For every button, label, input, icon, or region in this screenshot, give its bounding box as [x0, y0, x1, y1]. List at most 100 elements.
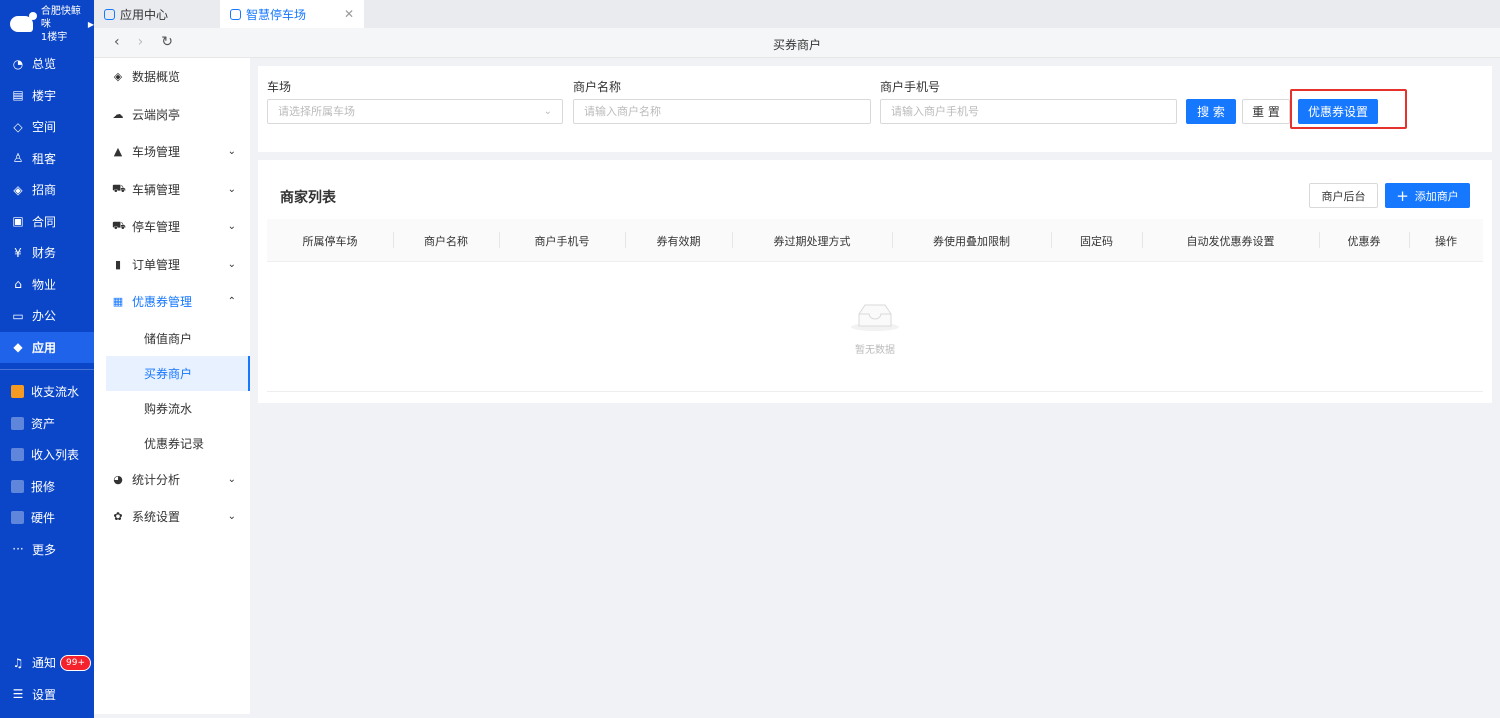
side-item-settings[interactable]: ✿ 系统设置 ⌄	[94, 498, 250, 536]
side-item-statistics[interactable]: ◕ 统计分析 ⌄	[94, 461, 250, 499]
home-icon: ⌂	[14, 277, 22, 292]
rail-item-space[interactable]: ◇ 空间	[0, 111, 94, 143]
merchant-name-input[interactable]: 请输入商户名称	[573, 99, 871, 124]
merchant-phone-input[interactable]: 请输入商户手机号	[880, 99, 1177, 124]
side-item-cloud-booth[interactable]: ☁ 云端岗亭	[94, 96, 250, 134]
col-auto-coupon: 自动发优惠券设置	[1186, 234, 1275, 248]
rail-label: 总览	[32, 57, 57, 72]
rail-app-more[interactable]: ··· 更多	[0, 534, 94, 566]
side-item-vehicle-mgmt[interactable]: ⛟ 车辆管理 ⌄	[94, 171, 250, 209]
close-icon[interactable]: ✕	[344, 7, 354, 21]
side-item-parking-mgmt[interactable]: ⛟ 停车管理 ⌄	[94, 208, 250, 246]
side-label: 买券商户	[144, 366, 193, 381]
rail-label: 办公	[32, 309, 57, 324]
tab-app-center[interactable]: 应用中心	[94, 0, 220, 28]
rail-item-office[interactable]: ▭ 办公	[0, 300, 94, 332]
rail-label: 收支流水	[31, 385, 80, 400]
side-sub-stored-value[interactable]: 储值商户	[94, 321, 250, 356]
tab-label: 应用中心	[120, 7, 169, 22]
col-expiry-handling: 券过期处理方式	[773, 234, 851, 248]
rail-divider	[0, 369, 94, 370]
tag-icon: ◈	[13, 182, 23, 197]
rail-app-cashflow[interactable]: 收支流水	[0, 376, 94, 408]
tab-bar: 应用中心 智慧停车场 ✕	[94, 0, 1500, 28]
side-label: 车场管理	[132, 145, 181, 160]
side-item-lot-mgmt[interactable]: ▲ 车场管理 ⌄	[94, 133, 250, 171]
table-header: 所属停车场 商户名称 商户手机号 券有效期 券过期处理方式 券使用叠加限制 固定…	[267, 219, 1483, 262]
app-center-icon	[104, 8, 115, 20]
rail-item-leasing[interactable]: ◈ 招商	[0, 174, 94, 206]
side-item-coupon-mgmt[interactable]: ▦ 优惠券管理 ⌃	[94, 283, 250, 321]
rail-label: 资产	[31, 416, 56, 431]
rail-notify[interactable]: ♫ 通知 99+	[0, 647, 94, 679]
rail-item-finance[interactable]: ¥ 财务	[0, 237, 94, 269]
side-sub-purchase-flow[interactable]: 购券流水	[94, 391, 250, 426]
rail-item-apps[interactable]: ◆ 应用	[0, 331, 94, 363]
col-coupon-validity: 券有效期	[656, 234, 701, 248]
yen-icon: ¥	[14, 245, 22, 260]
chevron-down-icon: ⌄	[543, 106, 552, 117]
lot-label: 车场	[267, 80, 292, 94]
nav-bar: ‹ › ↻ 买券商户	[94, 28, 1500, 58]
rail-app-hardware[interactable]: 硬件	[0, 502, 94, 534]
rail-item-overview[interactable]: ◔ 总览	[0, 48, 94, 80]
org-switcher[interactable]: 合肥快鲸咪 1楼宇 ▶	[0, 0, 94, 48]
tab-label: 智慧停车场	[246, 7, 307, 22]
merchant-backend-button[interactable]: 商户后台	[1309, 183, 1378, 208]
menu-icon: ☰	[12, 687, 24, 702]
empty-text: 暂无数据	[855, 345, 895, 356]
merchant-phone-label: 商户手机号	[880, 80, 941, 94]
add-merchant-button[interactable]: + 添加商户	[1385, 183, 1470, 208]
rail-settings[interactable]: ☰ 设置	[0, 679, 94, 711]
rail-item-building[interactable]: ▤ 楼宇	[0, 80, 94, 112]
parking-car-icon: ⛟	[112, 219, 126, 233]
chevron-down-icon: ⌄	[227, 183, 236, 195]
lot-select[interactable]: 请选择所属车场 ⌄	[267, 99, 563, 124]
rail-item-property[interactable]: ⌂ 物业	[0, 269, 94, 301]
search-button[interactable]: 搜 索	[1186, 99, 1236, 124]
users-icon: ♙	[12, 151, 24, 166]
rail-label: 应用	[32, 340, 57, 355]
side-label: 优惠券管理	[132, 295, 193, 310]
side-sub-coupon-merchant[interactable]: 买券商户	[106, 355, 250, 391]
rail-item-tenant[interactable]: ♙ 租客	[0, 143, 94, 175]
table-bottom-border	[267, 391, 1483, 392]
road-icon: ▲	[113, 145, 123, 159]
gear-icon: ✿	[113, 510, 123, 524]
rail-app-repair[interactable]: 报修	[0, 471, 94, 503]
reset-button[interactable]: 重 置	[1242, 99, 1290, 124]
whale-logo-icon	[10, 12, 37, 32]
parking-icon	[230, 8, 241, 20]
chevron-up-icon: ⌃	[227, 296, 236, 308]
app-cube-icon: ◆	[13, 340, 23, 355]
chevron-down-icon: ⌄	[227, 146, 236, 158]
rail-label: 楼宇	[32, 88, 57, 103]
side-item-order-mgmt[interactable]: ▮ 订单管理 ⌄	[94, 246, 250, 284]
tab-smart-parking[interactable]: 智慧停车场 ✕	[220, 0, 364, 28]
chevron-down-icon: ⌄	[227, 511, 236, 523]
cashflow-icon	[11, 385, 24, 399]
notify-badge: 99+	[60, 654, 92, 671]
gauge-icon: ◔	[12, 56, 24, 71]
building-icon: ▤	[12, 88, 24, 103]
col-parking-lot: 所属停车场	[302, 234, 358, 248]
income-list-icon	[11, 448, 24, 462]
side-label: 车辆管理	[132, 182, 181, 197]
page-title: 买券商户	[772, 38, 821, 52]
merchant-phone-placeholder: 请输入商户手机号	[891, 105, 979, 118]
list-title: 商家列表	[280, 190, 336, 206]
monitor-icon: ▭	[12, 308, 24, 323]
rail-item-contract[interactable]: ▣ 合同	[0, 206, 94, 238]
hardware-icon	[11, 511, 24, 525]
merchant-name-label: 商户名称	[573, 80, 622, 94]
rail-label: 设置	[32, 687, 57, 702]
side-item-overview[interactable]: ◈ 数据概览	[94, 58, 250, 96]
side-sub-coupon-record[interactable]: 优惠券记录	[94, 426, 250, 461]
col-merchant-phone: 商户手机号	[534, 234, 590, 248]
side-label: 云端岗亭	[132, 107, 181, 122]
col-stacking-limit: 券使用叠加限制	[933, 234, 1010, 248]
rail-app-assets[interactable]: 资产	[0, 408, 94, 440]
rail-app-income[interactable]: 收入列表	[0, 439, 94, 471]
rail-label: 报修	[31, 479, 56, 494]
rail-label: 空间	[32, 120, 57, 135]
